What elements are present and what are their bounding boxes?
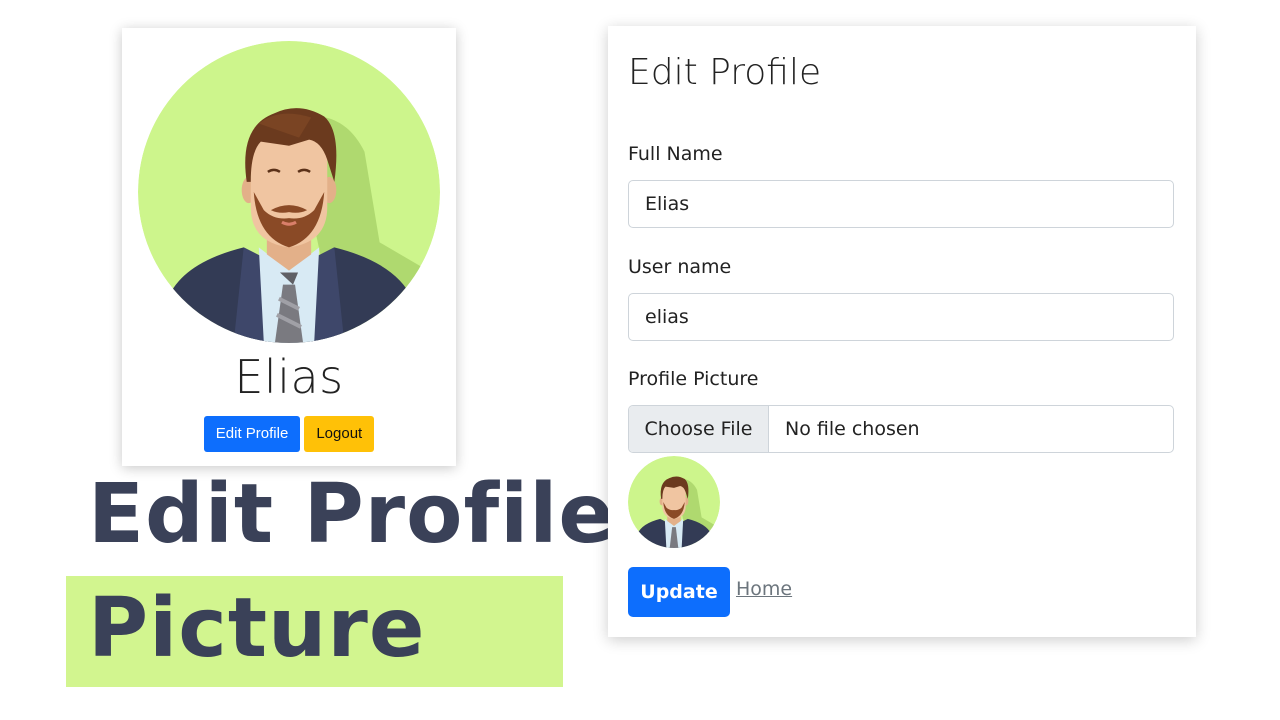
update-button[interactable]: Update <box>628 567 730 617</box>
profile-picture-label: Profile Picture <box>628 368 759 390</box>
avatar-preview <box>628 456 720 548</box>
profile-card: Elias Edit Profile Logout <box>122 28 456 466</box>
username-input[interactable] <box>628 293 1174 341</box>
page: Elias Edit Profile Logout Edit Profile P… <box>0 0 1280 720</box>
logout-button[interactable]: Logout <box>304 416 375 452</box>
username-label: User name <box>628 256 732 278</box>
banner-subtitle: Picture <box>88 581 426 676</box>
profile-picture-file-input[interactable]: Choose File No file chosen <box>628 405 1174 453</box>
avatar-image <box>138 41 440 343</box>
edit-profile-button[interactable]: Edit Profile <box>203 416 301 452</box>
full-name-input[interactable] <box>628 180 1174 228</box>
profile-actions: Edit Profile Logout <box>122 416 456 452</box>
banner-title: Edit Profile <box>88 467 615 562</box>
full-name-label: Full Name <box>628 143 723 165</box>
profile-name: Elias <box>234 350 344 404</box>
edit-profile-form: Edit Profile Full Name User name Profile… <box>608 26 1196 637</box>
home-link[interactable]: Home <box>736 578 792 600</box>
form-title: Edit Profile <box>628 52 822 93</box>
file-status-text: No file chosen <box>785 418 920 440</box>
choose-file-button[interactable]: Choose File <box>629 406 769 452</box>
